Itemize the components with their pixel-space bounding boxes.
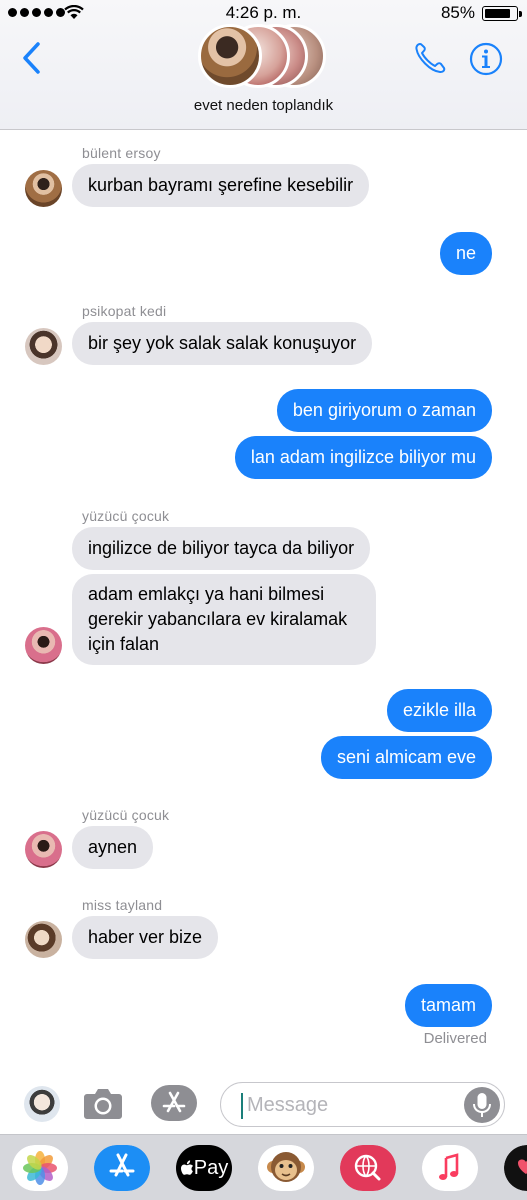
message-bubble-incoming[interactable]: adam emlakçı ya hani bilmesi gerekir yab… (72, 574, 376, 665)
animoji-app-icon[interactable] (258, 1145, 314, 1191)
sender-avatar[interactable] (25, 831, 62, 868)
sender-avatar[interactable] (25, 170, 62, 207)
group-member-avatar (198, 24, 262, 88)
conversation-header: 4:26 p. m. 85% evet neden toplandık (0, 0, 527, 130)
message-bubble-incoming[interactable]: bir şey yok salak salak konuşuyor (72, 322, 373, 365)
my-memoji-avatar[interactable] (24, 1086, 60, 1122)
apple-logo-icon (180, 1159, 193, 1175)
back-button[interactable] (18, 38, 48, 78)
message-bubble-outgoing[interactable]: lan adam ingilizce biliyor mu (234, 436, 492, 479)
app-store-icon[interactable] (150, 1084, 198, 1122)
message-thread[interactable]: bülent ersoy kurban bayramı şerefine kes… (0, 131, 527, 1076)
message-bubble-outgoing[interactable]: seni almicam eve (320, 736, 492, 779)
sender-name: yüzücü çocuk (82, 807, 170, 823)
sender-name: psikopat kedi (82, 303, 167, 319)
status-bar: 4:26 p. m. 85% (0, 0, 527, 26)
message-bubble-outgoing[interactable]: tamam (404, 984, 492, 1027)
battery-icon (482, 6, 522, 21)
group-avatars[interactable] (198, 24, 338, 88)
sender-avatar[interactable] (25, 921, 62, 958)
apple-pay-app-icon[interactable]: Pay (176, 1145, 232, 1191)
phone-icon[interactable] (412, 40, 448, 76)
web-images-app-icon[interactable] (340, 1145, 396, 1191)
imessage-app-drawer: Pay (0, 1134, 527, 1200)
sender-name: bülent ersoy (82, 145, 161, 161)
microphone-icon[interactable] (464, 1087, 500, 1123)
digital-touch-app-icon[interactable] (504, 1145, 527, 1191)
compose-bar: Message (0, 1076, 527, 1134)
message-bubble-incoming[interactable]: haber ver bize (72, 916, 219, 959)
music-app-icon[interactable] (422, 1145, 478, 1191)
message-input[interactable]: Message (220, 1082, 505, 1127)
message-placeholder: Message (247, 1094, 329, 1116)
sender-avatar[interactable] (25, 328, 62, 365)
message-bubble-outgoing[interactable]: ezikle illa (386, 689, 492, 732)
camera-icon[interactable] (82, 1084, 124, 1122)
photos-app-icon[interactable] (12, 1145, 68, 1191)
sender-avatar[interactable] (25, 627, 62, 664)
delivery-status: Delivered (423, 1030, 487, 1047)
info-icon[interactable] (469, 42, 503, 76)
app-store-app-icon[interactable] (94, 1145, 150, 1191)
message-bubble-incoming[interactable]: ingilizce de biliyor tayca da biliyor (72, 527, 371, 570)
message-bubble-incoming[interactable]: aynen (72, 826, 154, 869)
sender-name: yüzücü çocuk (82, 508, 170, 524)
message-bubble-outgoing[interactable]: ben giriyorum o zaman (276, 389, 492, 432)
apple-pay-label: Pay (193, 1156, 229, 1179)
text-cursor (241, 1093, 243, 1119)
group-name[interactable]: evet neden toplandık (0, 97, 527, 114)
message-bubble-incoming[interactable]: kurban bayramı şerefine kesebilir (72, 164, 370, 207)
sender-name: miss tayland (82, 897, 163, 913)
message-bubble-outgoing[interactable]: ne (439, 232, 492, 275)
battery-percentage: 85% (440, 3, 475, 22)
